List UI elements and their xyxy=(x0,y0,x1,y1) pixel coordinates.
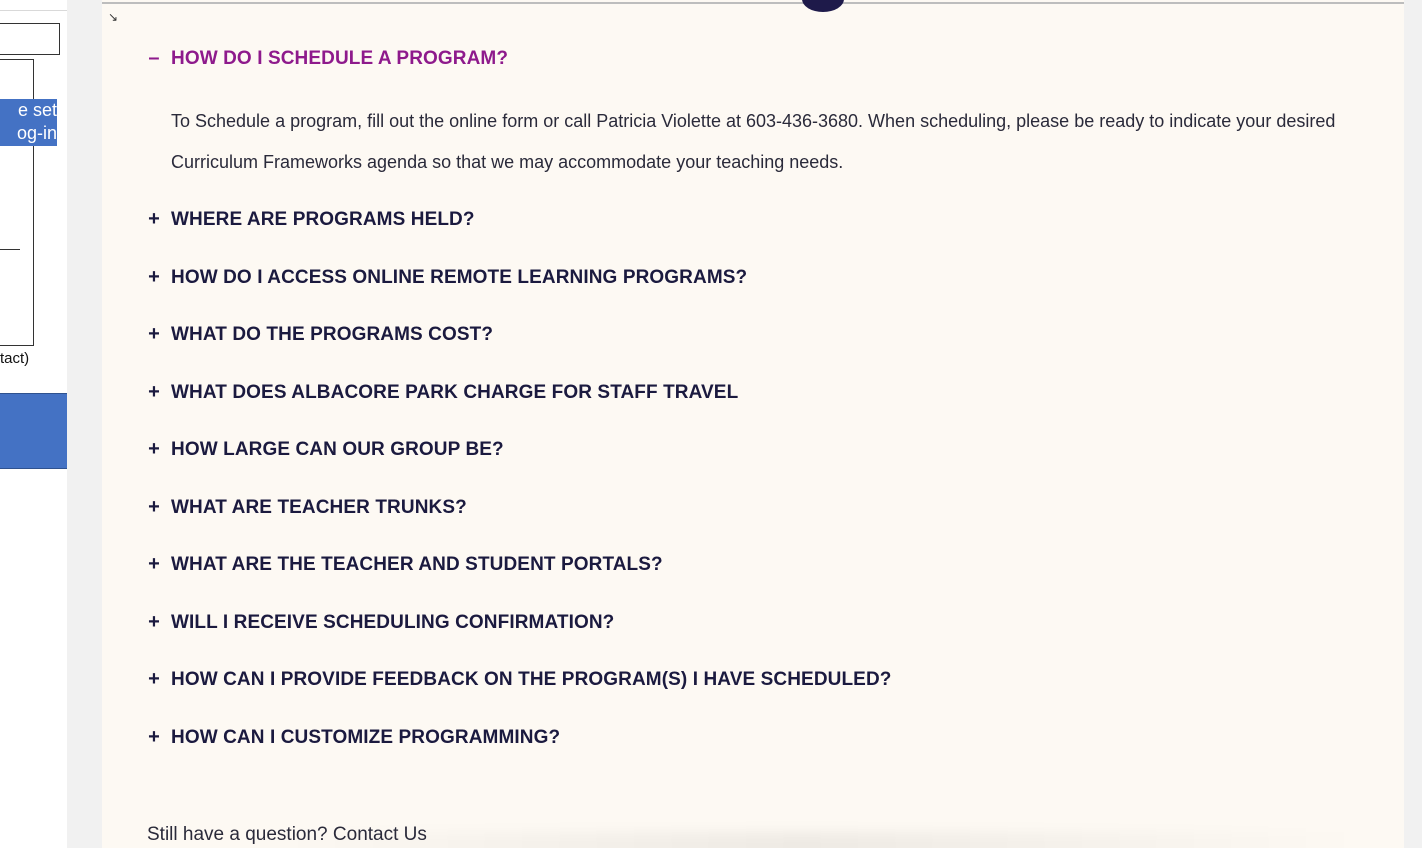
callout-line-2: og-in xyxy=(16,123,57,143)
plus-icon: + xyxy=(148,496,160,518)
faq-question: WHERE ARE PROGRAMS HELD? xyxy=(171,208,475,230)
left-document-panel: e set og-in tact) xyxy=(0,0,67,848)
contact-note: tact) xyxy=(0,350,30,367)
logo-icon xyxy=(802,0,844,12)
faq-question: HOW CAN I CUSTOMIZE PROGRAMMING? xyxy=(171,726,561,748)
faq-question: WHAT DO THE PROGRAMS COST? xyxy=(171,323,494,345)
faq-question: WILL I RECEIVE SCHEDULING CONFIRMATION? xyxy=(171,611,615,633)
faq-question: HOW DO I ACCESS ONLINE REMOTE LEARNING P… xyxy=(171,266,748,288)
faq-item[interactable]: + WILL I RECEIVE SCHEDULING CONFIRMATION… xyxy=(147,611,614,634)
plus-icon: + xyxy=(148,266,160,288)
faq-item[interactable]: + HOW CAN I CUSTOMIZE PROGRAMMING? xyxy=(147,726,560,749)
faq-item[interactable]: + WHAT ARE TEACHER TRUNKS? xyxy=(147,496,467,519)
plus-icon: + xyxy=(148,726,160,748)
faq-item[interactable]: + WHERE ARE PROGRAMS HELD? xyxy=(147,208,475,231)
minus-icon: – xyxy=(148,47,160,69)
faq-page: ↘ – HOW DO I SCHEDULE A PROGRAM? To Sche… xyxy=(102,0,1404,848)
plus-icon: + xyxy=(148,381,160,403)
faq-question: WHAT DOES ALBACORE PARK CHARGE FOR STAFF… xyxy=(171,381,739,403)
callout-line-1: e set xyxy=(17,100,57,120)
faq-question: HOW DO I SCHEDULE A PROGRAM? xyxy=(171,47,509,69)
faq-question: HOW LARGE CAN OUR GROUP BE? xyxy=(171,438,504,460)
plus-icon: + xyxy=(148,208,160,230)
faq-question: WHAT ARE TEACHER TRUNKS? xyxy=(171,496,467,518)
faq-answer: To Schedule a program, fill out the onli… xyxy=(171,111,1336,172)
plus-icon: + xyxy=(148,668,160,690)
divider xyxy=(0,249,20,250)
callout-box: e set og-in xyxy=(0,99,57,146)
plus-icon: + xyxy=(148,553,160,575)
faq-item[interactable]: + WHAT DO THE PROGRAMS COST? xyxy=(147,323,493,346)
faq-item[interactable]: + HOW DO I ACCESS ONLINE REMOTE LEARNING… xyxy=(147,266,747,289)
contact-us-link[interactable]: Still have a question? Contact Us xyxy=(147,824,427,846)
plus-icon: + xyxy=(148,323,160,345)
faq-item-schedule-program[interactable]: – HOW DO I SCHEDULE A PROGRAM? xyxy=(147,47,508,70)
faq-item[interactable]: + WHAT DOES ALBACORE PARK CHARGE FOR STA… xyxy=(147,381,738,404)
screen: e set og-in tact) ↘ – HOW DO I SCHEDULE … xyxy=(0,0,1422,848)
divider xyxy=(0,10,67,11)
faq-item[interactable]: + HOW LARGE CAN OUR GROUP BE? xyxy=(147,438,504,461)
text-box[interactable] xyxy=(0,23,60,55)
faq-question: HOW CAN I PROVIDE FEEDBACK ON THE PROGRA… xyxy=(171,668,892,690)
faq-item[interactable]: + HOW CAN I PROVIDE FEEDBACK ON THE PROG… xyxy=(147,668,891,691)
faq-question: WHAT ARE THE TEACHER AND STUDENT PORTALS… xyxy=(171,553,663,575)
blue-action-button[interactable] xyxy=(0,393,67,469)
plus-icon: + xyxy=(148,438,160,460)
plus-icon: + xyxy=(148,611,160,633)
faq-item[interactable]: + WHAT ARE THE TEACHER AND STUDENT PORTA… xyxy=(147,553,663,576)
resize-arrow-icon: ↘ xyxy=(108,10,119,24)
top-border xyxy=(102,2,1404,4)
